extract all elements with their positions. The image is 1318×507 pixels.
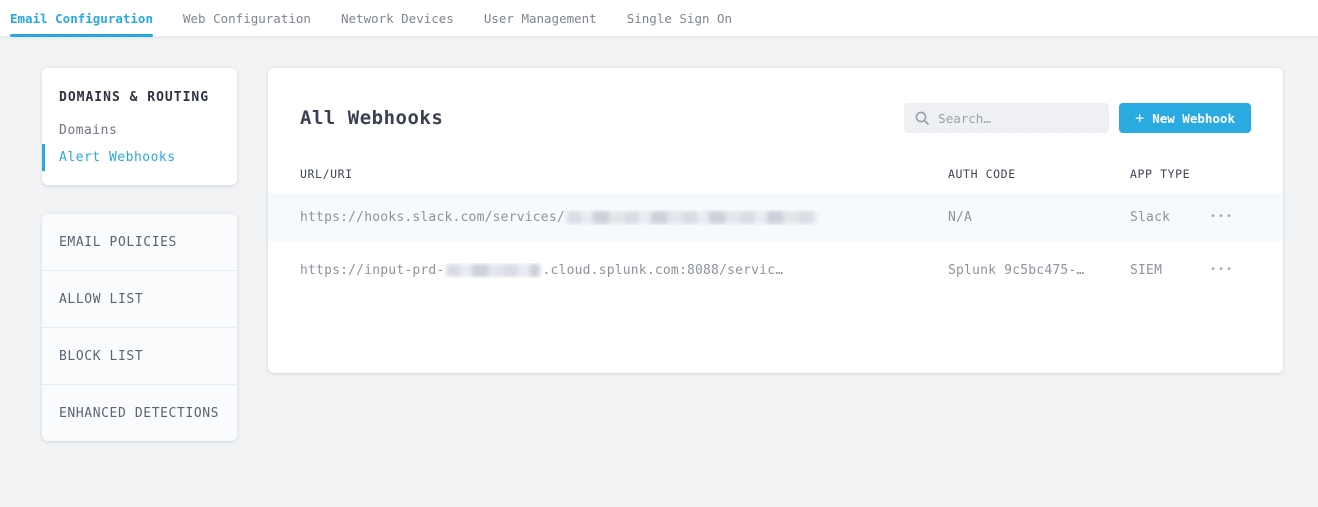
sidebar-item-domains[interactable]: Domains xyxy=(42,117,237,144)
new-webhook-button[interactable]: + New Webhook xyxy=(1119,103,1251,133)
tab-user-management[interactable]: User Management xyxy=(484,0,597,36)
row-actions-button[interactable]: ••• xyxy=(1208,261,1259,279)
sidebar-item-alert-webhooks[interactable]: Alert Webhooks xyxy=(42,144,237,171)
webhooks-header: All Webhooks + New Webhook xyxy=(268,68,1283,133)
tab-web-configuration[interactable]: Web Configuration xyxy=(183,0,311,36)
webhook-url: https://input-prd-.cloud.splunk.com:8088… xyxy=(300,263,948,278)
column-header-url: URL/URI xyxy=(300,167,948,181)
row-actions-button[interactable]: ••• xyxy=(1208,208,1259,226)
redacted-url-segment xyxy=(446,264,540,277)
sidebar-sections-card: EMAIL POLICIES ALLOW LIST BLOCK LIST ENH… xyxy=(42,214,237,441)
table-row-slack[interactable]: https://hooks.slack.com/services/ N/A Sl… xyxy=(268,193,1283,241)
sidebar-item-allow-list[interactable]: ALLOW LIST xyxy=(42,270,237,327)
plus-icon: + xyxy=(1135,111,1144,126)
page-title: All Webhooks xyxy=(300,107,443,129)
tab-single-sign-on[interactable]: Single Sign On xyxy=(627,0,732,36)
search-box xyxy=(904,103,1109,133)
table-header: URL/URI AUTH CODE APP TYPE xyxy=(268,161,1283,193)
column-header-app-type: APP TYPE xyxy=(1130,167,1208,181)
search-icon xyxy=(915,111,929,125)
domains-routing-card: DOMAINS & ROUTING Domains Alert Webhooks xyxy=(42,68,237,185)
sidebar-item-email-policies[interactable]: EMAIL POLICIES xyxy=(42,214,237,270)
redacted-url-segment xyxy=(567,211,817,224)
search-input[interactable] xyxy=(904,103,1109,133)
domains-routing-heading: DOMAINS & ROUTING xyxy=(42,90,237,117)
auth-code-value: Splunk 9c5bc475-… xyxy=(948,263,1130,278)
sidebar-item-enhanced-detections[interactable]: ENHANCED DETECTIONS xyxy=(42,384,237,441)
header-actions: + New Webhook xyxy=(904,103,1251,133)
app-type-value: SIEM xyxy=(1130,263,1208,278)
tab-email-configuration[interactable]: Email Configuration xyxy=(10,0,153,36)
table-row-splunk[interactable]: https://input-prd-.cloud.splunk.com:8088… xyxy=(268,241,1283,299)
sidebar: DOMAINS & ROUTING Domains Alert Webhooks… xyxy=(42,68,237,441)
webhooks-panel: All Webhooks + New Webhook URL/URI AUTH … xyxy=(268,68,1283,373)
column-header-auth-code: AUTH CODE xyxy=(948,167,1130,181)
app-type-value: Slack xyxy=(1130,210,1208,225)
new-webhook-button-label: New Webhook xyxy=(1152,111,1235,126)
sidebar-item-block-list[interactable]: BLOCK LIST xyxy=(42,327,237,384)
auth-code-value: N/A xyxy=(948,210,1130,225)
webhook-url: https://hooks.slack.com/services/ xyxy=(300,210,948,225)
page-content: DOMAINS & ROUTING Domains Alert Webhooks… xyxy=(0,37,1318,441)
tab-network-devices[interactable]: Network Devices xyxy=(341,0,454,36)
top-nav: Email Configuration Web Configuration Ne… xyxy=(0,0,1318,37)
